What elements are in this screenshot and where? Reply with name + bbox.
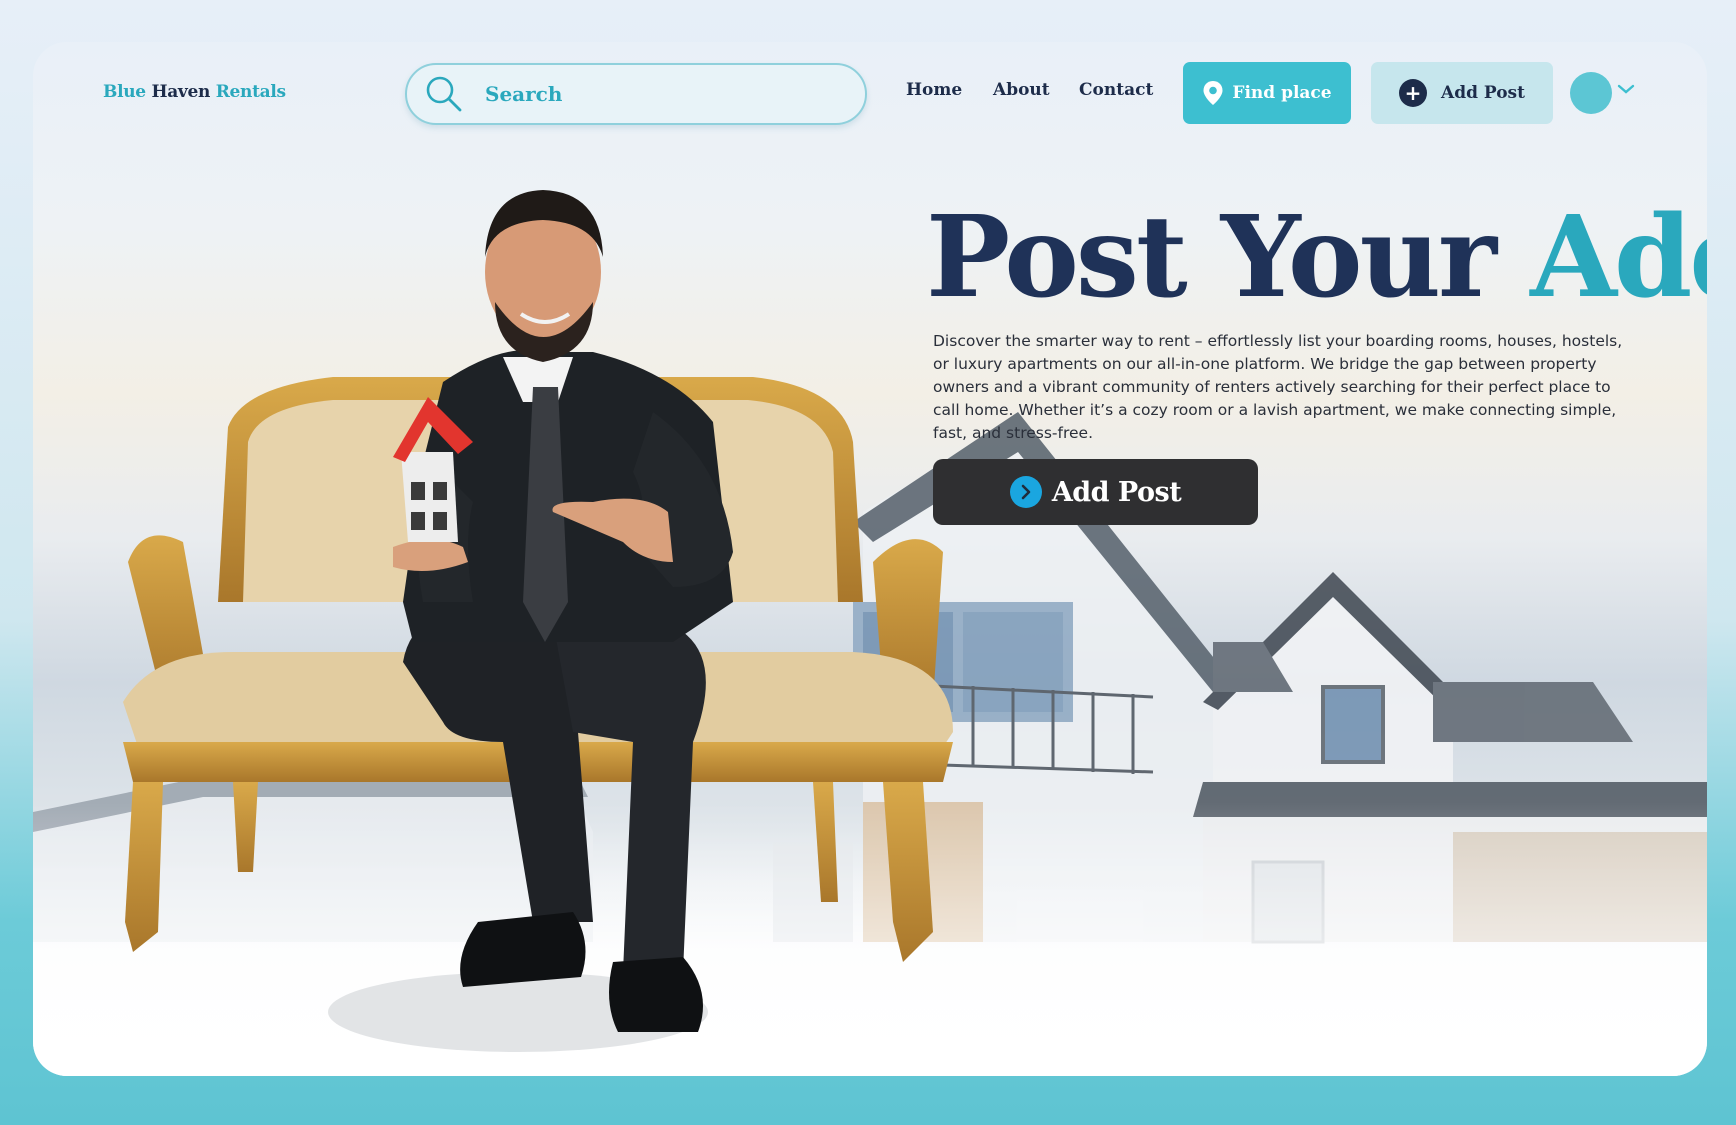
hero-headline: Post Your Add xyxy=(926,202,1707,314)
brand-logo[interactable]: Blue Haven Rentals xyxy=(103,82,286,102)
logo-word-haven: Haven xyxy=(151,82,211,102)
logo-word-blue: Blue xyxy=(103,82,146,102)
logo-word-rentals: Rentals xyxy=(215,82,286,102)
headline-part-1: Post Your xyxy=(926,192,1497,323)
search-input[interactable]: Search xyxy=(485,82,562,106)
add-post-cta-button[interactable]: Add Post xyxy=(933,459,1258,525)
plus-icon: + xyxy=(1399,79,1427,107)
add-post-header-label: Add Post xyxy=(1441,83,1525,103)
headline-accent: Add xyxy=(1530,192,1707,323)
find-place-button[interactable]: Find place xyxy=(1183,62,1351,124)
avatar[interactable] xyxy=(1570,72,1612,114)
page-frame: Blue Haven Rentals Search Home About Con… xyxy=(33,42,1707,1076)
search-bar[interactable]: Search xyxy=(405,63,867,125)
hero-description: Discover the smarter way to rent – effor… xyxy=(933,332,1623,442)
chevron-down-icon[interactable] xyxy=(1617,82,1635,96)
find-place-label: Find place xyxy=(1232,83,1332,103)
nav-contact[interactable]: Contact xyxy=(1079,80,1153,100)
nav-about[interactable]: About xyxy=(993,80,1050,100)
add-post-header-button[interactable]: + Add Post xyxy=(1371,62,1553,124)
chevron-right-icon xyxy=(1009,476,1042,508)
location-pin-icon xyxy=(1203,81,1223,105)
search-icon xyxy=(426,76,462,112)
add-post-cta-label: Add Post xyxy=(1051,476,1182,508)
nav-home[interactable]: Home xyxy=(906,80,962,100)
